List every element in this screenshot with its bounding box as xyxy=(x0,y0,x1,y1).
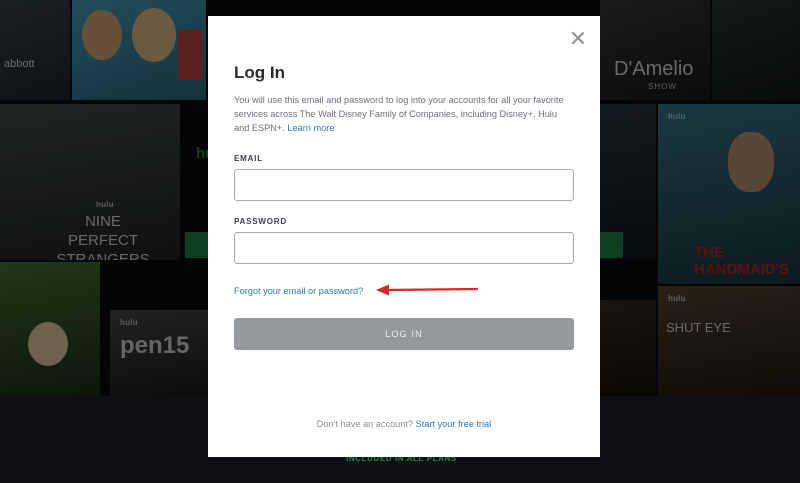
poster-caption: D'Amelio xyxy=(614,58,694,80)
page-title: Log In xyxy=(234,63,285,82)
poster-tile: hulu NINE PERFECT STRANGERS xyxy=(0,104,180,260)
poster-tile xyxy=(0,262,100,396)
signup-prompt-text: Don't have an account? xyxy=(316,419,414,429)
poster-tile xyxy=(600,300,656,396)
hulu-logo-small: hulu xyxy=(120,318,138,327)
poster-caption: SHUT EYE xyxy=(666,320,731,335)
signup-prompt: Don't have an account? Start your free t… xyxy=(208,419,600,429)
poster-tile: hulu SHUT EYE xyxy=(658,286,800,396)
annotation-arrow-icon xyxy=(376,284,479,296)
hulu-logo-small: hulu xyxy=(668,112,686,121)
close-icon[interactable] xyxy=(570,30,586,46)
login-button[interactable]: LOG IN xyxy=(234,318,574,350)
poster-tile: abbott xyxy=(0,0,70,100)
poster-caption: pen15 xyxy=(120,332,190,359)
start-free-trial-link[interactable]: Start your free trial xyxy=(416,419,492,429)
poster-tile: hulu THE HANDMAID'S xyxy=(658,104,800,284)
poster-tile: D'Amelio SHOW xyxy=(600,0,710,100)
learn-more-link[interactable]: Learn more xyxy=(287,123,334,133)
description-text: You will use this email and password to … xyxy=(234,95,564,133)
login-description: You will use this email and password to … xyxy=(234,93,564,135)
background-cta-left xyxy=(185,232,208,258)
poster-tile xyxy=(712,0,800,100)
poster-subcaption: SHOW xyxy=(648,82,677,91)
background-cta-right xyxy=(600,232,623,258)
email-label: EMAIL xyxy=(234,154,263,163)
hulu-logo-small: hulu xyxy=(668,294,686,303)
password-field[interactable] xyxy=(234,232,574,264)
poster-tile: hulu pen15 xyxy=(110,310,208,396)
password-label: PASSWORD xyxy=(234,217,287,226)
poster-caption: abbott xyxy=(4,58,35,70)
hulu-logo-small: hulu xyxy=(96,200,114,209)
email-field[interactable] xyxy=(234,169,574,201)
forgot-password-link[interactable]: Forgot your email or password? xyxy=(234,286,363,296)
poster-caption: THE HANDMAID'S xyxy=(694,244,790,278)
login-modal: Log In You will use this email and passw… xyxy=(208,16,600,457)
poster-tile xyxy=(72,0,206,100)
poster-caption: NINE PERFECT STRANGERS xyxy=(56,213,150,260)
